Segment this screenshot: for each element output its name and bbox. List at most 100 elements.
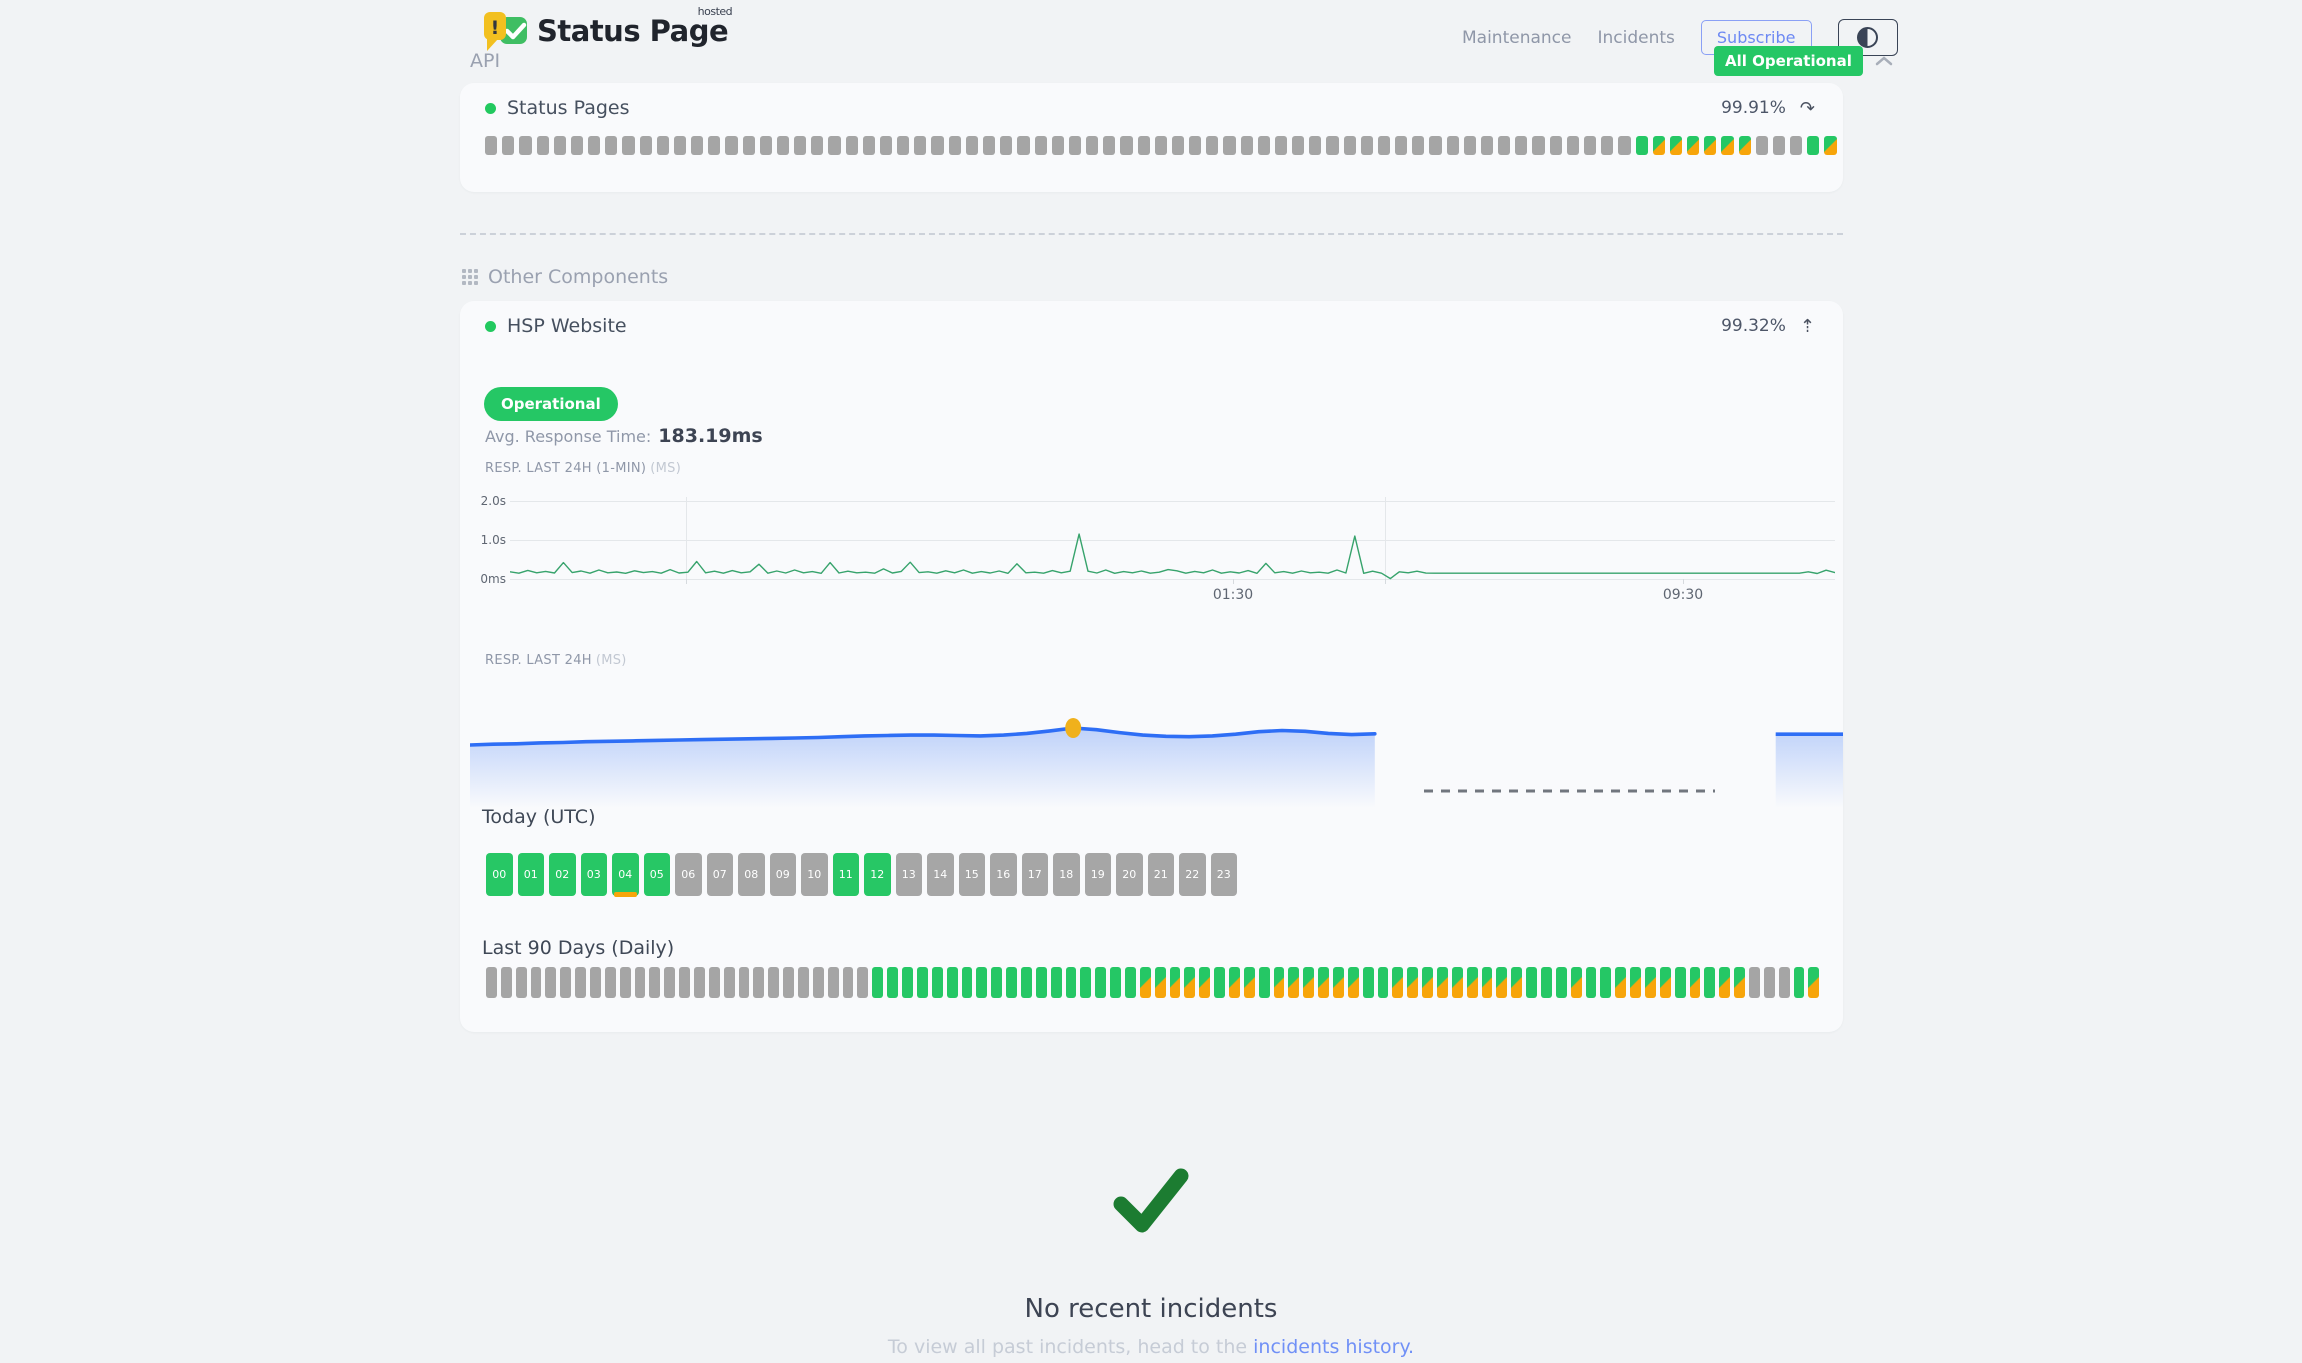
day-bar-up[interactable] — [1125, 967, 1136, 998]
uptime-bar-nodata[interactable] — [743, 136, 755, 155]
uptime-bar-nodata[interactable] — [1498, 136, 1510, 155]
day-bar-nodata[interactable] — [560, 967, 571, 998]
day-bar-nodata[interactable] — [635, 967, 646, 998]
hour-block-01[interactable]: 01 — [518, 853, 545, 896]
day-bar-degraded[interactable] — [1155, 967, 1166, 998]
day-bar-nodata[interactable] — [768, 967, 779, 998]
day-bar-up[interactable] — [1066, 967, 1077, 998]
hour-block-15[interactable]: 15 — [959, 853, 986, 896]
day-bar-degraded[interactable] — [1333, 967, 1344, 998]
day-bar-up[interactable] — [902, 967, 913, 998]
day-bar-nodata[interactable] — [709, 967, 720, 998]
uptime-bar-degraded[interactable] — [1670, 136, 1682, 155]
chart1-plot-area[interactable]: 01:3009:30 — [510, 493, 1835, 625]
day-bar-up[interactable] — [1794, 967, 1805, 998]
day-bar-degraded[interactable] — [1244, 967, 1255, 998]
uptime-bar-nodata[interactable] — [1035, 136, 1047, 155]
day-bar-up[interactable] — [976, 967, 987, 998]
day-bar-up[interactable] — [1586, 967, 1597, 998]
day-bar-up[interactable] — [1526, 967, 1537, 998]
day-bar-up[interactable] — [1378, 967, 1389, 998]
uptime-bar-nodata[interactable] — [1292, 136, 1304, 155]
day-bar-degraded[interactable] — [1808, 967, 1819, 998]
day-bar-up[interactable] — [1051, 967, 1062, 998]
uptime-bar-nodata[interactable] — [846, 136, 858, 155]
uptime-bar-nodata[interactable] — [863, 136, 875, 155]
uptime-bar-nodata[interactable] — [674, 136, 686, 155]
hour-block-08[interactable]: 08 — [738, 853, 765, 896]
day-bar-up[interactable] — [991, 967, 1002, 998]
uptime-bar-nodata[interactable] — [880, 136, 892, 155]
uptime-bar-nodata[interactable] — [1790, 136, 1802, 155]
uptime-bar-up[interactable] — [1807, 136, 1819, 155]
uptime-bar-degraded[interactable] — [1704, 136, 1716, 155]
day-bar-degraded[interactable] — [1690, 967, 1701, 998]
uptime-bar-nodata[interactable] — [1241, 136, 1253, 155]
hour-block-21[interactable]: 21 — [1148, 853, 1175, 896]
day-bar-nodata[interactable] — [664, 967, 675, 998]
uptime-bar-nodata[interactable] — [811, 136, 823, 155]
response-time-line-chart[interactable]: 2.0s 1.0s 0ms 01:3009:30 — [478, 493, 1835, 625]
day-bar-degraded[interactable] — [1274, 967, 1285, 998]
hour-block-18[interactable]: 18 — [1053, 853, 1080, 896]
day-bar-nodata[interactable] — [843, 967, 854, 998]
uptime-bar-nodata[interactable] — [1309, 136, 1321, 155]
day-bar-degraded[interactable] — [1140, 967, 1151, 998]
day-bar-degraded[interactable] — [1392, 967, 1403, 998]
day-bar-nodata[interactable] — [1779, 967, 1790, 998]
day-bar-up[interactable] — [1021, 967, 1032, 998]
uptime-bar-nodata[interactable] — [622, 136, 634, 155]
uptime-bar-nodata[interactable] — [1773, 136, 1785, 155]
uptime-bar-nodata[interactable] — [1172, 136, 1184, 155]
hour-block-14[interactable]: 14 — [927, 853, 954, 896]
uptime-bar-nodata[interactable] — [949, 136, 961, 155]
uptime-bar-nodata[interactable] — [1412, 136, 1424, 155]
day-bar-nodata[interactable] — [694, 967, 705, 998]
day-bar-degraded[interactable] — [1422, 967, 1433, 998]
uptime-bar-nodata[interactable] — [983, 136, 995, 155]
uptime-bar-nodata[interactable] — [1515, 136, 1527, 155]
day-bar-degraded[interactable] — [1288, 967, 1299, 998]
uptime-bar-degraded[interactable] — [1824, 136, 1836, 155]
uptime-bar-nodata[interactable] — [537, 136, 549, 155]
uptime-bar-nodata[interactable] — [1138, 136, 1150, 155]
uptime-bar-nodata[interactable] — [725, 136, 737, 155]
uptime-bar-degraded[interactable] — [1721, 136, 1733, 155]
day-bar-up[interactable] — [947, 967, 958, 998]
day-bar-degraded[interactable] — [1645, 967, 1656, 998]
day-bar-up[interactable] — [1363, 967, 1374, 998]
uptime-bar-nodata[interactable] — [1275, 136, 1287, 155]
day-bar-nodata[interactable] — [545, 967, 556, 998]
uptime-bar-nodata[interactable] — [1429, 136, 1441, 155]
uptime-bar-nodata[interactable] — [794, 136, 806, 155]
uptime-bar-nodata[interactable] — [605, 136, 617, 155]
uptime-bar-degraded[interactable] — [1739, 136, 1751, 155]
uptime-bar-nodata[interactable] — [1550, 136, 1562, 155]
day-bar-up[interactable] — [1704, 967, 1715, 998]
status-badge[interactable]: All Operational — [1714, 46, 1863, 76]
uptime-bar-nodata[interactable] — [1756, 136, 1768, 155]
day-bar-degraded[interactable] — [1482, 967, 1493, 998]
hour-block-23[interactable]: 23 — [1211, 853, 1238, 896]
uptime-bar-nodata[interactable] — [931, 136, 943, 155]
day-bar-up[interactable] — [962, 967, 973, 998]
uptime-bar-nodata[interactable] — [1567, 136, 1579, 155]
day-bar-up[interactable] — [1006, 967, 1017, 998]
uptime-bar-nodata[interactable] — [897, 136, 909, 155]
uptime-bar-nodata[interactable] — [1464, 136, 1476, 155]
up-arrow-icon[interactable]: ⇡ — [1800, 316, 1815, 337]
uptime-bar-nodata[interactable] — [966, 136, 978, 155]
day-bar-nodata[interactable] — [649, 967, 660, 998]
day-bar-up[interactable] — [1600, 967, 1611, 998]
day-bar-nodata[interactable] — [1764, 967, 1775, 998]
uptime-bar-nodata[interactable] — [1584, 136, 1596, 155]
uptime-bar-nodata[interactable] — [1000, 136, 1012, 155]
day-bar-up[interactable] — [1675, 967, 1686, 998]
hour-block-07[interactable]: 07 — [707, 853, 734, 896]
uptime-bar-nodata[interactable] — [1378, 136, 1390, 155]
day-bar-up[interactable] — [1080, 967, 1091, 998]
day-bar-nodata[interactable] — [724, 967, 735, 998]
uptime-bar-nodata[interactable] — [1086, 136, 1098, 155]
day-bar-nodata[interactable] — [516, 967, 527, 998]
day-bar-degraded[interactable] — [1170, 967, 1181, 998]
